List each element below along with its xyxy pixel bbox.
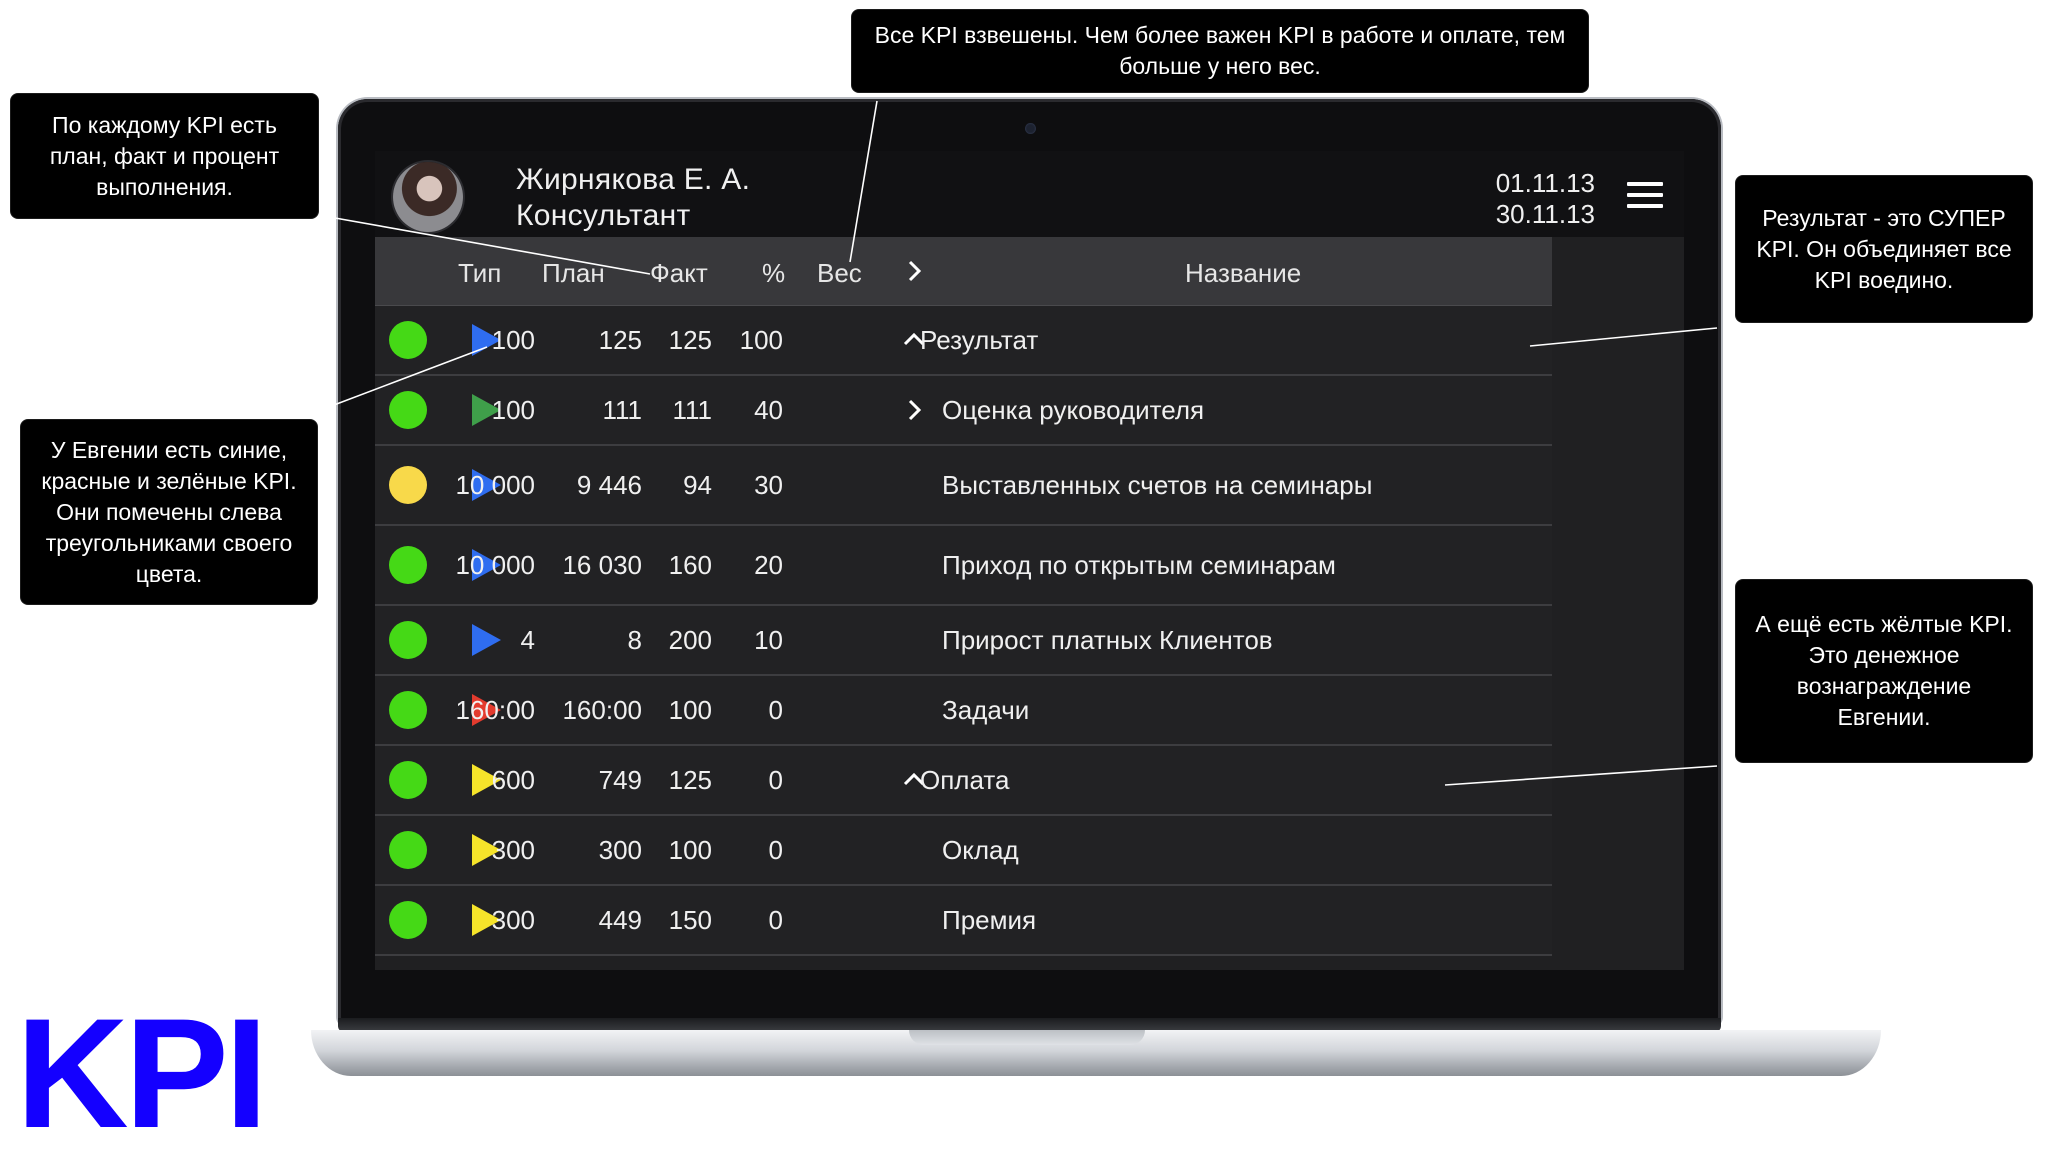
column-weight[interactable]: Вес xyxy=(817,258,862,289)
cell-fact: 111 xyxy=(602,395,642,425)
user-role: Консультант xyxy=(516,199,691,232)
table-row[interactable]: 10 000 9 446 94 30 Выставленных счетов на се… xyxy=(375,446,1552,526)
column-type[interactable]: Тип xyxy=(458,258,501,289)
kpi-type-triangle-icon xyxy=(472,624,501,656)
cell-plan: 300 xyxy=(491,905,535,935)
cell-weight: 0 xyxy=(768,905,783,935)
table-row[interactable]: 300 300 100 0 Оклад xyxy=(375,816,1552,886)
cell-weight: 10 xyxy=(754,625,783,655)
cell-plan: 4 xyxy=(520,625,535,655)
cell-plan: 100 xyxy=(491,325,535,355)
cell-fact: 160:00 xyxy=(562,695,642,725)
table-row[interactable]: 4 8 200 10 Прирост платных Клиентов xyxy=(375,606,1552,676)
column-name[interactable]: Название xyxy=(1185,258,1301,289)
cell-weight: 0 xyxy=(768,695,783,725)
kpi-name: Оплата xyxy=(920,765,1010,795)
cell-plan: 300 xyxy=(491,835,535,865)
column-plan[interactable]: План xyxy=(542,258,605,289)
status-dot-icon xyxy=(389,621,427,659)
column-percent[interactable]: % xyxy=(762,258,785,289)
cell-percent: 100 xyxy=(668,695,712,725)
period-start-date[interactable]: 01.11.13 xyxy=(1496,168,1595,199)
cell-plan: 160:00 xyxy=(455,695,535,725)
status-dot-icon xyxy=(389,546,427,584)
cell-percent: 94 xyxy=(683,470,712,500)
kpi-name: Приход по открытым семинарам xyxy=(942,550,1336,580)
cell-plan: 100 xyxy=(491,395,535,425)
kpi-name: Оценка руководителя xyxy=(942,395,1205,425)
cell-weight: 0 xyxy=(768,765,783,795)
user-name: Жирнякова Е. А. xyxy=(516,163,751,196)
kpi-name: Премия xyxy=(942,905,1037,935)
table-row[interactable]: 100 111 111 40 Оценка руководителя xyxy=(375,376,1552,446)
cell-percent: 111 xyxy=(672,395,712,425)
app-header: Жирнякова Е. А. Консультант 01.11.13 30.… xyxy=(375,151,1684,237)
callout-kpi-colors: У Евгении есть синие, красные и зелёные … xyxy=(21,420,317,604)
cell-percent: 150 xyxy=(668,905,712,935)
cell-fact: 449 xyxy=(598,905,642,935)
cell-fact: 8 xyxy=(627,625,642,655)
kpi-name: Результат xyxy=(920,325,1039,355)
callout-result: Результат - это СУПЕР KPI. Он объединяет… xyxy=(1736,176,2032,322)
table-row[interactable]: 100 125 125 100 Результат xyxy=(375,306,1552,376)
status-dot-icon xyxy=(389,466,427,504)
cell-fact: 300 xyxy=(598,835,642,865)
cell-percent: 125 xyxy=(668,765,712,795)
cell-percent: 100 xyxy=(668,835,712,865)
kpi-name: Оклад xyxy=(942,835,1019,865)
chevron-right-icon[interactable] xyxy=(903,399,925,421)
table-header: Тип План Факт % Вес Название xyxy=(375,237,1552,306)
table-row[interactable]: 300 449 150 0 Премия xyxy=(375,886,1552,956)
cell-weight: 30 xyxy=(754,470,783,500)
app-screen: Жирнякова Е. А. Консультант 01.11.13 30.… xyxy=(375,151,1684,970)
cell-percent: 125 xyxy=(668,325,712,355)
cell-plan: 10 000 xyxy=(455,470,535,500)
cell-fact: 9 446 xyxy=(576,470,642,500)
status-dot-icon xyxy=(389,761,427,799)
table-row[interactable]: 600 749 125 0 Оплата xyxy=(375,746,1552,816)
cell-fact: 16 030 xyxy=(562,550,642,580)
cell-weight: 20 xyxy=(754,550,783,580)
callout-weights: Все KPI взвешены. Чем более важен KPI в … xyxy=(852,10,1588,92)
period-end-date[interactable]: 30.11.13 xyxy=(1496,199,1595,230)
column-fact[interactable]: Факт xyxy=(650,258,708,289)
kpi-logo: KPI xyxy=(16,987,268,1161)
cell-weight: 0 xyxy=(768,835,783,865)
table-row[interactable]: 10 000 16 030 160 20 Приход по открытым семи… xyxy=(375,526,1552,606)
laptop-notch xyxy=(909,1030,1145,1045)
cell-fact: 125 xyxy=(598,325,642,355)
status-dot-icon xyxy=(389,831,427,869)
status-dot-icon xyxy=(389,321,427,359)
status-dot-icon xyxy=(389,901,427,939)
callout-plan-fact: По каждому KPI есть план, факт и процент… xyxy=(11,94,318,218)
callout-yellow-kpi: А ещё есть жёлтые KPI. Это денежное возн… xyxy=(1736,580,2032,762)
chevron-right-icon[interactable] xyxy=(903,260,925,282)
cell-weight: 100 xyxy=(739,325,783,355)
kpi-name: Выставленных счетов на семинары xyxy=(942,470,1373,500)
cell-plan: 600 xyxy=(491,765,535,795)
status-dot-icon xyxy=(389,391,427,429)
cell-fact: 749 xyxy=(598,765,642,795)
hamburger-menu-icon[interactable] xyxy=(1627,182,1663,208)
kpi-name: Прирост платных Клиентов xyxy=(942,625,1273,655)
cell-percent: 160 xyxy=(668,550,712,580)
cell-plan: 10 000 xyxy=(455,550,535,580)
cell-percent: 200 xyxy=(668,625,712,655)
cell-weight: 40 xyxy=(754,395,783,425)
kpi-name: Задачи xyxy=(942,695,1030,725)
avatar[interactable] xyxy=(393,162,463,232)
status-dot-icon xyxy=(389,691,427,729)
table-row[interactable]: 160:00 160:00 100 0 Задачи xyxy=(375,676,1552,746)
camera-icon xyxy=(1025,123,1036,134)
kpi-table: 100 125 125 100 Результат 100 111 111 40 Оценка р… xyxy=(375,306,1552,956)
